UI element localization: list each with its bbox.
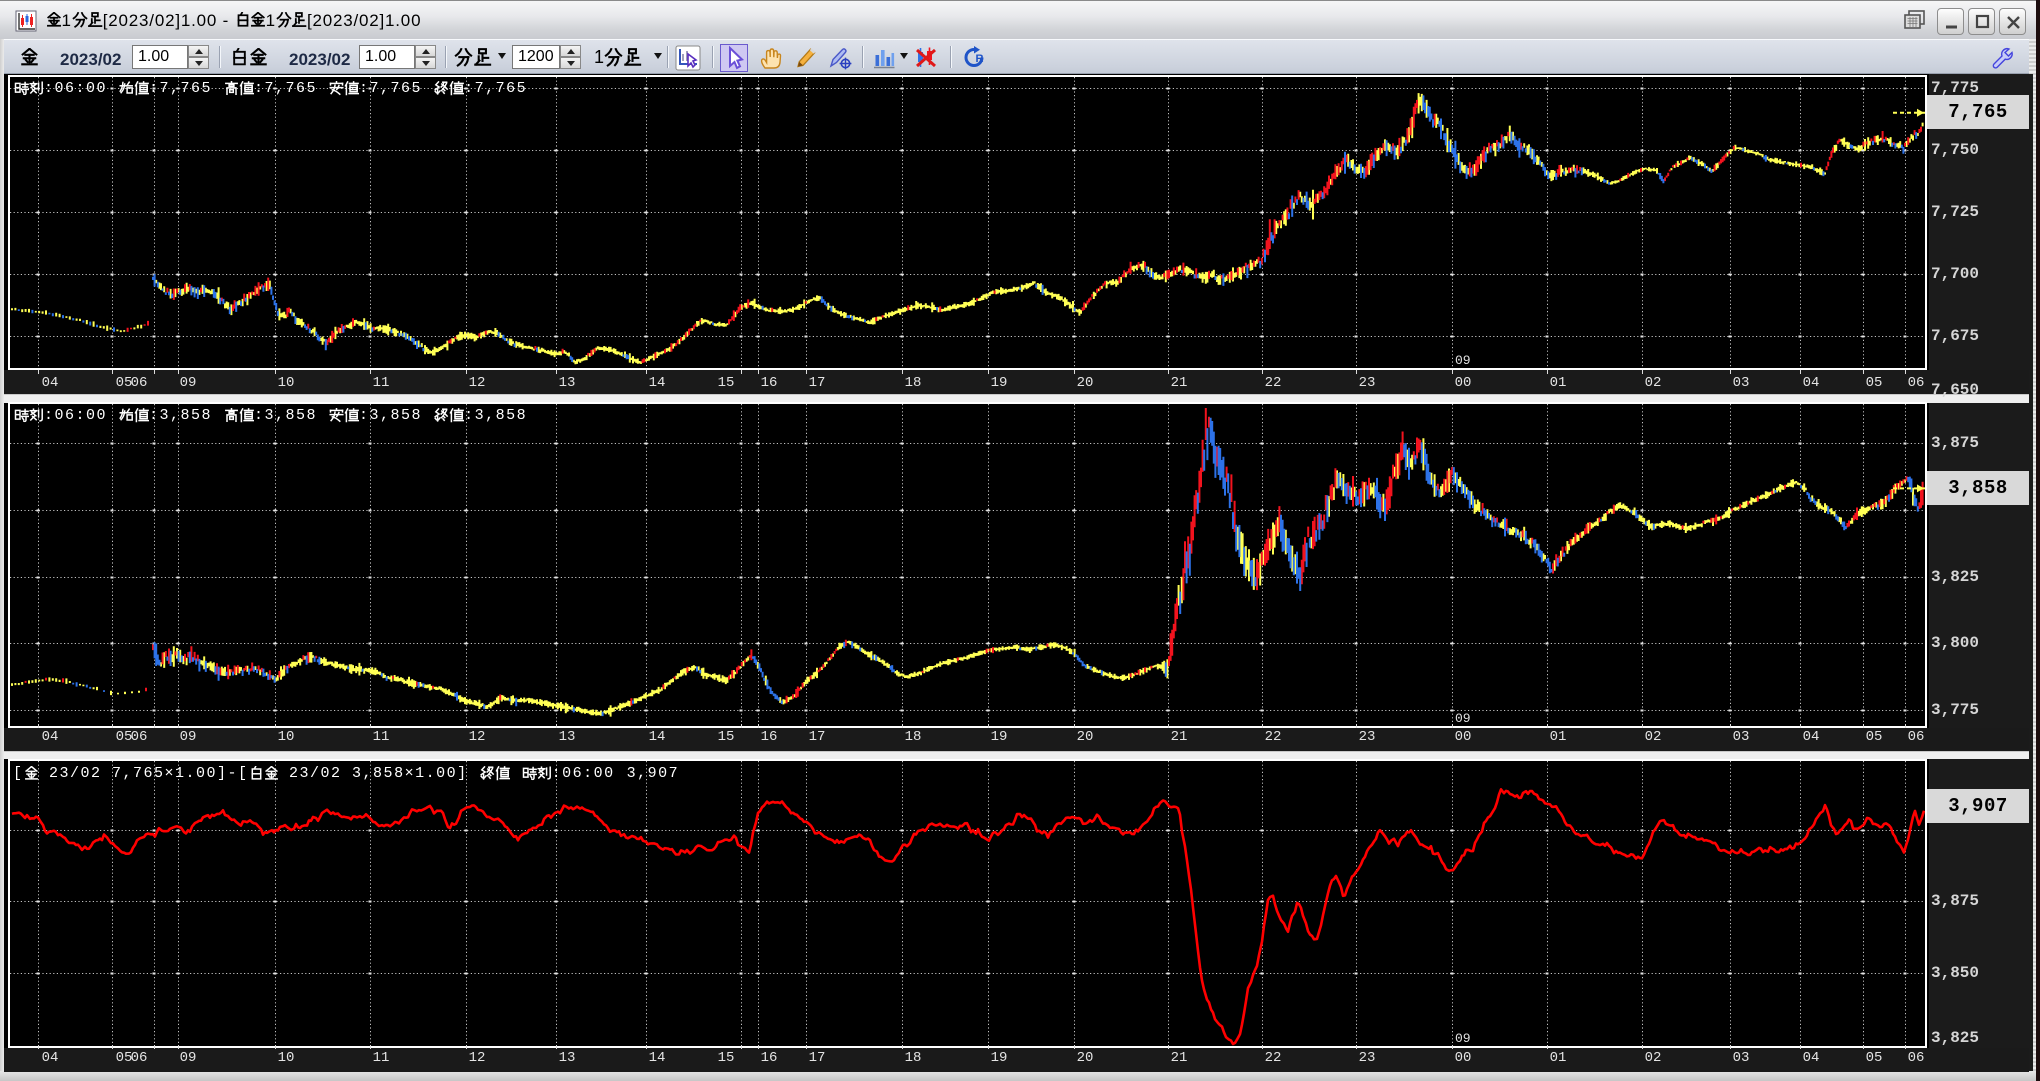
svg-text:09: 09: [1455, 353, 1471, 368]
svg-text:09: 09: [1455, 711, 1471, 726]
svg-text:09: 09: [1455, 1031, 1471, 1046]
svg-text:R: R: [976, 53, 984, 65]
